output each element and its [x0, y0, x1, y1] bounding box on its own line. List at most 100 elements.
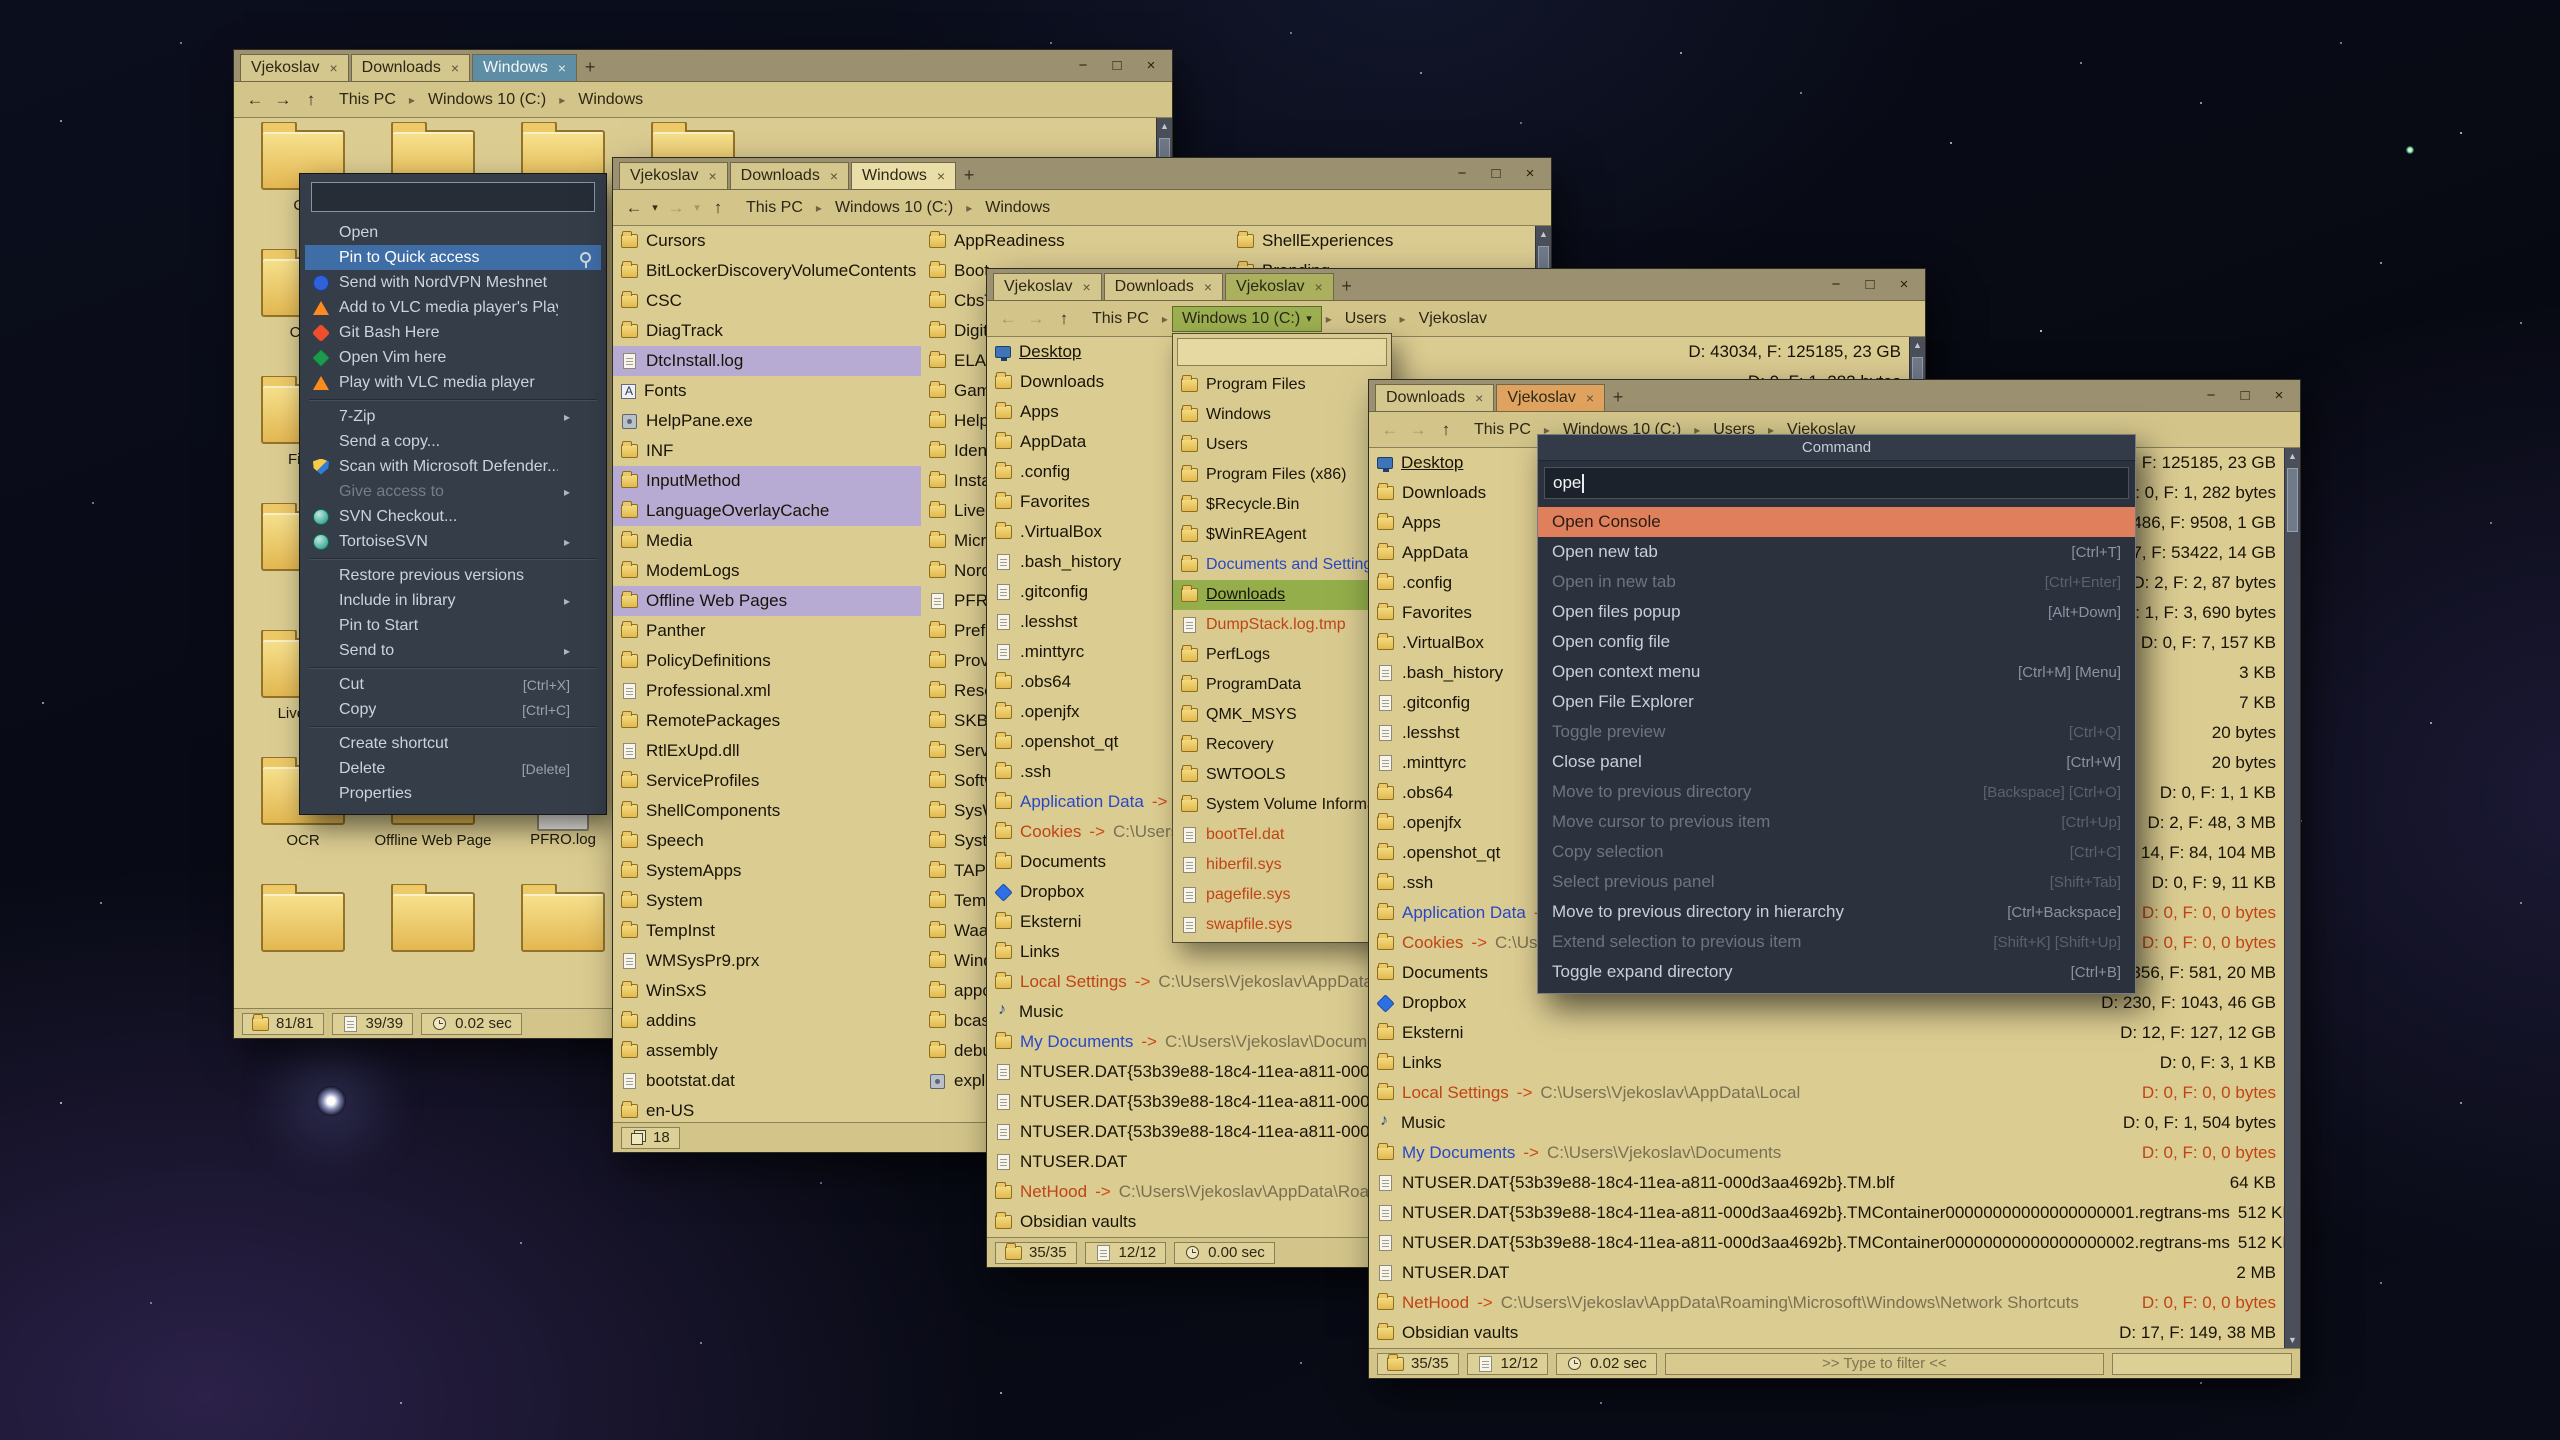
file-tile[interactable]	[368, 884, 498, 1008]
context-menu-item[interactable]: Scan with Microsoft Defender...	[305, 454, 601, 479]
tab[interactable]: Windows ×	[472, 54, 577, 81]
file-row[interactable]: CSC	[613, 286, 921, 316]
nav-button[interactable]: ←	[995, 306, 1021, 332]
file-row[interactable]: bootstat.dat	[613, 1066, 921, 1096]
dropdown-item[interactable]: Downloads	[1173, 580, 1391, 610]
file-tile[interactable]	[238, 884, 368, 1008]
file-row[interactable]: System	[613, 886, 921, 916]
nav-button[interactable]: ↑	[705, 195, 731, 221]
minimize-button[interactable]: −	[1447, 163, 1477, 185]
file-row[interactable]: RemotePackages	[613, 706, 921, 736]
context-menu-item[interactable]: SVN Checkout...	[305, 504, 601, 529]
dropdown-item[interactable]: $Recycle.Bin	[1173, 490, 1391, 520]
file-row[interactable]: TempInst	[613, 916, 921, 946]
maximize-button[interactable]: □	[1855, 274, 1885, 296]
context-menu-item[interactable]: Pin to Quick access	[305, 245, 601, 270]
file-row[interactable]: NetHood -> C:\Users\Vjekoslav\AppData\Ro…	[1369, 1288, 2284, 1318]
window-titlebar[interactable]: Vjekoslav × Downloads × Vjekoslav × + − …	[987, 269, 1925, 301]
dropdown-item[interactable]: swapfile.sys	[1173, 910, 1391, 940]
palette-command-item[interactable]: Open new tab [Ctrl+T]	[1538, 537, 2135, 567]
breadcrumb-item[interactable]: Vjekoslav	[1410, 307, 1496, 331]
file-row[interactable]: NTUSER.DAT 2 MB	[1369, 1258, 2284, 1288]
file-row[interactable]: assembly	[613, 1036, 921, 1066]
tab[interactable]: Vjekoslav ×	[993, 273, 1102, 300]
file-row[interactable]: Speech	[613, 826, 921, 856]
maximize-button[interactable]: □	[2230, 385, 2260, 407]
tab[interactable]: Downloads ×	[351, 54, 470, 81]
file-row[interactable]: BitLockerDiscoveryVolumeContents	[613, 256, 921, 286]
dropdown-item[interactable]: Documents and Settings	[1173, 550, 1391, 580]
dropdown-item[interactable]: System Volume Information	[1173, 790, 1391, 820]
file-row[interactable]: Local Settings -> C:\Users\Vjekoslav\App…	[1369, 1078, 2284, 1108]
file-row[interactable]: Media	[613, 526, 921, 556]
tab-close-icon[interactable]: ×	[1315, 280, 1323, 294]
file-row[interactable]: Links D: 0, F: 3, 1 KB	[1369, 1048, 2284, 1078]
scroll-down-icon[interactable]: ▼	[2288, 1335, 2297, 1345]
file-row[interactable]: WMSysPr9.prx	[613, 946, 921, 976]
context-menu-item[interactable]	[305, 722, 601, 731]
breadcrumb-item[interactable]: Windows	[569, 88, 652, 112]
scroll-up-icon[interactable]: ▲	[2288, 451, 2297, 461]
dropdown-item[interactable]: $WinREAgent	[1173, 520, 1391, 550]
palette-command-item[interactable]: Open Console	[1538, 507, 2135, 537]
file-row[interactable]: ShellComponents	[613, 796, 921, 826]
dropdown-item[interactable]: bootTel.dat	[1173, 820, 1391, 850]
dropdown-item[interactable]: SWTOOLS	[1173, 760, 1391, 790]
context-menu-item[interactable]: Send with NordVPN Meshnet	[305, 270, 601, 295]
context-menu-item[interactable]	[305, 663, 601, 672]
file-row[interactable]: ModemLogs	[613, 556, 921, 586]
file-row[interactable]: Eksterni D: 12, F: 127, 12 GB	[1369, 1018, 2284, 1048]
palette-command-item[interactable]: Move cursor to previous item [Ctrl+Up]	[1538, 807, 2135, 837]
scroll-up-icon[interactable]: ▲	[1539, 229, 1548, 239]
tab-close-icon[interactable]: ×	[1586, 391, 1594, 405]
nav-button[interactable]: ←	[621, 195, 647, 221]
file-row[interactable]: Offline Web Pages	[613, 586, 921, 616]
tab-close-icon[interactable]: ×	[1475, 391, 1483, 405]
context-menu-item[interactable]: Add to VLC media player's Playlist	[305, 295, 601, 320]
scroll-up-icon[interactable]: ▲	[1160, 121, 1169, 131]
minimize-button[interactable]: −	[1821, 274, 1851, 296]
context-menu-item[interactable]: Send a copy...	[305, 429, 601, 454]
tab[interactable]: Windows ×	[851, 162, 956, 189]
breadcrumb-item[interactable]: This PC	[330, 88, 405, 112]
dropdown-item[interactable]: hiberfil.sys	[1173, 850, 1391, 880]
palette-command-item[interactable]: Close panel [Ctrl+W]	[1538, 747, 2135, 777]
tab-close-icon[interactable]: ×	[451, 61, 459, 75]
palette-command-item[interactable]: Copy selection [Ctrl+C]	[1538, 837, 2135, 867]
file-row[interactable]: ShellExperiences	[1229, 226, 1537, 256]
tab-close-icon[interactable]: ×	[558, 61, 566, 75]
file-row[interactable]: DiagTrack	[613, 316, 921, 346]
nav-button[interactable]: ↑	[1051, 306, 1077, 332]
file-row[interactable]: ServiceProfiles	[613, 766, 921, 796]
tab[interactable]: Vjekoslav ×	[1225, 273, 1334, 300]
file-row[interactable]: PolicyDefinitions	[613, 646, 921, 676]
context-menu-item[interactable]: Copy [Ctrl+C]	[305, 697, 601, 722]
file-row[interactable]: AppReadiness	[921, 226, 1229, 256]
file-row[interactable]: HelpPane.exe	[613, 406, 921, 436]
file-row[interactable]: My Documents -> C:\Users\Vjekoslav\Docum…	[1369, 1138, 2284, 1168]
file-row[interactable]: Fonts	[613, 376, 921, 406]
file-row[interactable]: InputMethod	[613, 466, 921, 496]
minimize-button[interactable]: −	[1068, 55, 1098, 77]
file-row[interactable]: RtlExUpd.dll	[613, 736, 921, 766]
breadcrumb-item[interactable]: This PC	[1083, 307, 1158, 331]
file-row[interactable]: SystemApps	[613, 856, 921, 886]
dropdown-item[interactable]: DumpStack.log.tmp	[1173, 610, 1391, 640]
breadcrumb-item[interactable]: This PC	[737, 196, 812, 220]
file-row[interactable]: DtcInstall.log	[613, 346, 921, 376]
file-row[interactable]: Desktop D: 43034, F: 125185, 23 GB	[987, 337, 1909, 367]
tab-close-icon[interactable]: ×	[329, 61, 337, 75]
palette-command-item[interactable]: Select previous panel [Shift+Tab]	[1538, 867, 2135, 897]
palette-command-item[interactable]: Move to previous directory [Backspace] […	[1538, 777, 2135, 807]
breadcrumb-item[interactable]: Windows 10 (C:)	[419, 88, 555, 112]
scroll-up-icon[interactable]: ▲	[1913, 340, 1922, 350]
maximize-button[interactable]: □	[1102, 55, 1132, 77]
context-menu-item[interactable]: Open	[305, 220, 601, 245]
nav-button[interactable]: →	[1405, 417, 1431, 443]
file-row[interactable]: Music D: 0, F: 1, 504 bytes	[1369, 1108, 2284, 1138]
file-row[interactable]: LanguageOverlayCache	[613, 496, 921, 526]
tab-close-icon[interactable]: ×	[1204, 280, 1212, 294]
nav-button[interactable]: ▾	[691, 195, 703, 221]
dropdown-item[interactable]: Program Files (x86)	[1173, 460, 1391, 490]
filter-input[interactable]	[2112, 1353, 2292, 1375]
